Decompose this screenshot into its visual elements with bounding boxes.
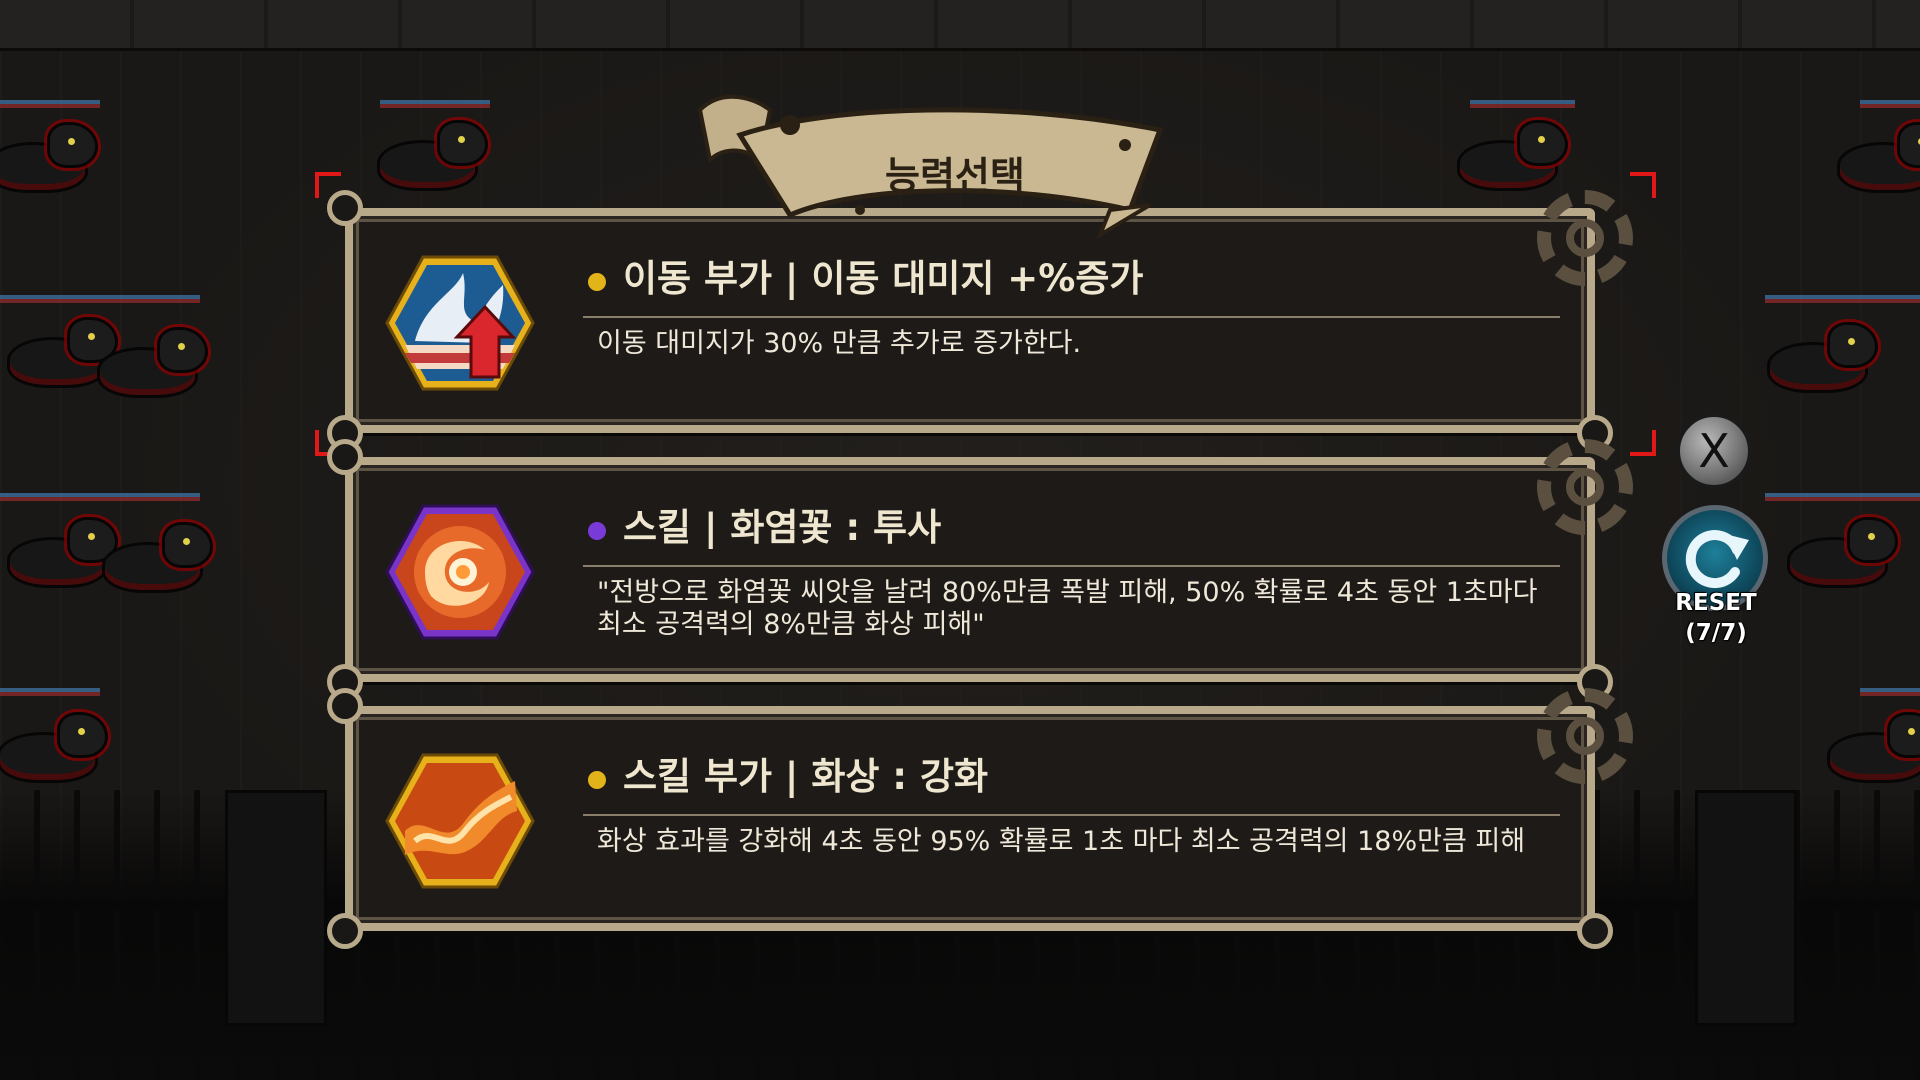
selection-bracket xyxy=(1630,172,1656,198)
burn-enhance-icon xyxy=(385,753,535,889)
rarity-dot-gold xyxy=(588,273,606,291)
enemy-hound xyxy=(1780,515,1900,595)
close-button[interactable]: X xyxy=(1676,413,1752,489)
enemy-hound xyxy=(1820,710,1920,790)
ability-option-3[interactable]: 스킬 부가 | 화상 : 강화 화상 효과를 강화해 4초 동안 95% 확률로… xyxy=(327,688,1633,949)
enemy-hound xyxy=(95,520,215,600)
reset-label: RESET (7/7) xyxy=(1648,588,1784,648)
gear-icon xyxy=(1537,190,1633,286)
rarity-dot-purple xyxy=(588,522,606,540)
frame-notch xyxy=(327,190,363,226)
ability-description: 화상 효과를 강화해 4초 동안 95% 확률로 1초 마다 최소 공격력의 1… xyxy=(597,826,1526,857)
enemy-hound xyxy=(1760,320,1880,400)
enemy-hp-bar xyxy=(1860,100,1920,108)
frame-notch xyxy=(327,688,363,724)
enemy-hound xyxy=(1830,120,1920,200)
page-title: 능력선택 xyxy=(885,154,1025,198)
enemy-hp-bar xyxy=(0,493,200,501)
selection-bracket xyxy=(1630,430,1656,456)
frame-notch xyxy=(1577,913,1613,949)
fence-pillar xyxy=(1695,790,1797,1026)
fence-pillar xyxy=(225,790,327,1026)
top-wall xyxy=(0,0,1920,51)
enemy-hp-bar xyxy=(1765,493,1920,501)
enemy-hp-bar xyxy=(0,295,200,303)
reset-text: RESET xyxy=(1675,590,1757,616)
enemy-hp-bar xyxy=(1860,688,1920,696)
ability-option-2[interactable]: 스킬 | 화염꽃 : 투사 "전방으로 화염꽃 씨앗을 날려 80%만큼 폭발 … xyxy=(327,439,1633,700)
frame-notch xyxy=(327,913,363,949)
enemy-hound xyxy=(90,325,210,405)
enemy-hp-bar xyxy=(0,100,100,108)
enemy-hound xyxy=(1450,118,1570,198)
ability-description: "전방으로 화염꽃 씨앗을 날려 80%만큼 폭발 피해, 50% 확률로 4초… xyxy=(597,577,1538,640)
enemy-hp-bar xyxy=(1470,100,1575,108)
move-damage-wave-up-icon xyxy=(385,255,535,391)
enemy-hound xyxy=(0,120,100,200)
close-icon: X xyxy=(1698,424,1730,478)
ability-title: 스킬 부가 | 화상 : 강화 xyxy=(623,755,989,798)
rarity-dot-gold xyxy=(588,771,606,789)
enemy-hound xyxy=(370,118,490,198)
gear-icon xyxy=(1537,439,1633,535)
ability-title: 스킬 | 화염꽃 : 투사 xyxy=(623,506,942,549)
ability-option-1[interactable]: 이동 부가 | 이동 대미지 +%증가 이동 대미지가 30% 만큼 추가로 증… xyxy=(327,190,1633,451)
enemy-hound xyxy=(0,710,110,790)
enemy-hp-bar xyxy=(380,100,490,108)
divider xyxy=(583,565,1560,567)
gear-icon xyxy=(1537,688,1633,784)
ability-description: 이동 대미지가 30% 만큼 추가로 증가한다. xyxy=(597,328,1082,359)
frame-notch xyxy=(327,439,363,475)
reset-count: (7/7) xyxy=(1685,620,1747,646)
divider xyxy=(583,814,1560,816)
ability-title: 이동 부가 | 이동 대미지 +%증가 xyxy=(623,257,1144,300)
divider xyxy=(583,316,1560,318)
enemy-hp-bar xyxy=(1765,295,1920,303)
fire-spark-swirl-icon xyxy=(385,504,535,640)
enemy-hp-bar xyxy=(0,688,100,696)
